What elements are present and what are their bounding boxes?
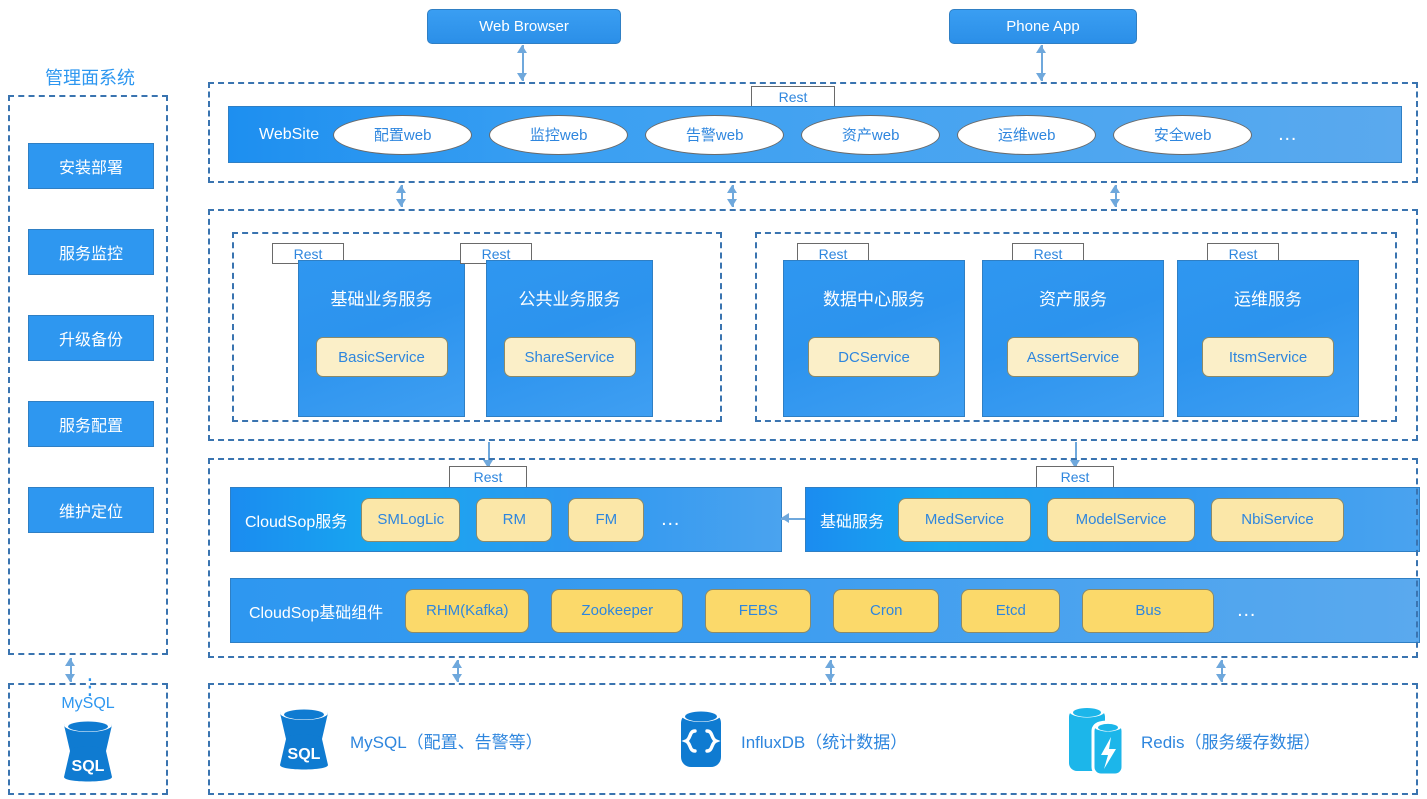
website-pill-security[interactable]: 安全web	[1113, 114, 1253, 155]
website-pill-ops[interactable]: 运维web	[957, 114, 1097, 155]
svg-text:SQL: SQL	[72, 758, 105, 775]
service-chip-itsmservice[interactable]: ItsmService	[1202, 337, 1334, 377]
website-pill-asset[interactable]: 资产web	[801, 114, 941, 155]
arrow-management-to-mysql	[65, 658, 76, 682]
service-chip-shareservice[interactable]: ShareService	[503, 337, 636, 377]
management-button-service-config[interactable]: 服务配置	[28, 401, 154, 447]
website-label: WebSite	[259, 125, 320, 143]
mysql-database-icon: SQL	[272, 705, 336, 775]
website-pill-alarm[interactable]: 告警web	[645, 114, 785, 155]
web-browser-box[interactable]: Web Browser	[427, 9, 621, 44]
arrow-platform-to-db-1	[452, 660, 463, 682]
service-card-title: 运维服务	[1234, 290, 1302, 309]
left-mysql-label: MySQL	[61, 695, 115, 712]
rest-tab-website: Rest	[751, 86, 835, 108]
service-card-title: 数据中心服务	[823, 290, 925, 309]
arrow-website-to-service-3	[1110, 185, 1121, 207]
service-layer-container: Rest 基础业务服务 BasicService Rest 公共业务服务 Sha…	[208, 209, 1418, 441]
arrow-platform-to-db-2	[825, 660, 836, 682]
arrow-browser-to-website	[517, 45, 528, 81]
service-chip-assertservice[interactable]: AssertService	[1007, 337, 1139, 377]
service-card-common-business: 公共业务服务 ShareService	[486, 260, 653, 417]
platform-layer-container	[208, 458, 1418, 658]
service-card-title: 基础业务服务	[330, 290, 433, 309]
mysql-database-label: MySQL（配置、告警等）	[350, 732, 543, 752]
arrow-platform-to-db-3	[1216, 660, 1227, 682]
service-card-datacenter: 数据中心服务 DCService	[783, 260, 965, 417]
svg-text:SQL: SQL	[288, 746, 321, 763]
influxdb-database-icon	[675, 705, 727, 775]
arrow-website-to-service-1	[396, 185, 407, 207]
redis-database-icon	[1065, 701, 1127, 779]
service-group-business: Rest 基础业务服务 BasicService Rest 公共业务服务 Sha…	[232, 232, 722, 422]
website-pill-config[interactable]: 配置web	[333, 114, 473, 155]
management-button-maintenance[interactable]: 维护定位	[28, 487, 154, 533]
mysql-database-icon: SQL	[56, 717, 120, 785]
website-bar: WebSite 配置web 监控web 告警web 资产web 运维web 安全…	[228, 106, 1402, 163]
service-card-basic-business: 基础业务服务 BasicService	[298, 260, 465, 417]
phone-app-box[interactable]: Phone App	[949, 9, 1137, 44]
influxdb-database-label: InfluxDB（统计数据）	[741, 732, 908, 752]
service-card-title: 资产服务	[1039, 290, 1107, 309]
database-item-redis: Redis（服务缓存数据）	[1065, 701, 1320, 779]
service-card-ops: 运维服务 ItsmService	[1177, 260, 1359, 417]
arrow-phone-to-website	[1036, 45, 1047, 81]
service-card-asset: 资产服务 AssertService	[982, 260, 1164, 417]
management-button-upgrade-backup[interactable]: 升级备份	[28, 315, 154, 361]
website-layer-container: Rest WebSite 配置web 监控web 告警web 资产web 运维w…	[208, 82, 1418, 183]
database-item-influxdb: InfluxDB（统计数据）	[675, 705, 907, 775]
management-plane-title: 管理面系统	[45, 68, 135, 88]
database-item-mysql: SQL MySQL（配置、告警等）	[272, 705, 543, 775]
management-button-install-deploy[interactable]: 安装部署	[28, 143, 154, 189]
management-button-service-monitor[interactable]: 服务监控	[28, 229, 154, 275]
service-chip-dcservice[interactable]: DCService	[808, 337, 940, 377]
service-chip-basicservice[interactable]: BasicService	[315, 337, 448, 377]
service-card-title: 公共业务服务	[518, 290, 621, 309]
service-group-domain: Rest 数据中心服务 DCService Rest 资产服务 AssertSe…	[755, 232, 1397, 422]
database-layer-container: SQL MySQL（配置、告警等） InfluxDB（统计数据） Redis（服…	[208, 683, 1418, 795]
management-plane-panel: 安装部署 服务监控 升级备份 服务配置 维护定位 ⋮	[8, 95, 168, 698]
left-mysql-panel: MySQL SQL	[8, 683, 168, 795]
website-pill-monitor[interactable]: 监控web	[489, 114, 629, 155]
website-more-ellipsis: …	[1277, 123, 1300, 145]
redis-database-label: Redis（服务缓存数据）	[1141, 732, 1321, 752]
arrow-website-to-service-2	[727, 185, 738, 207]
